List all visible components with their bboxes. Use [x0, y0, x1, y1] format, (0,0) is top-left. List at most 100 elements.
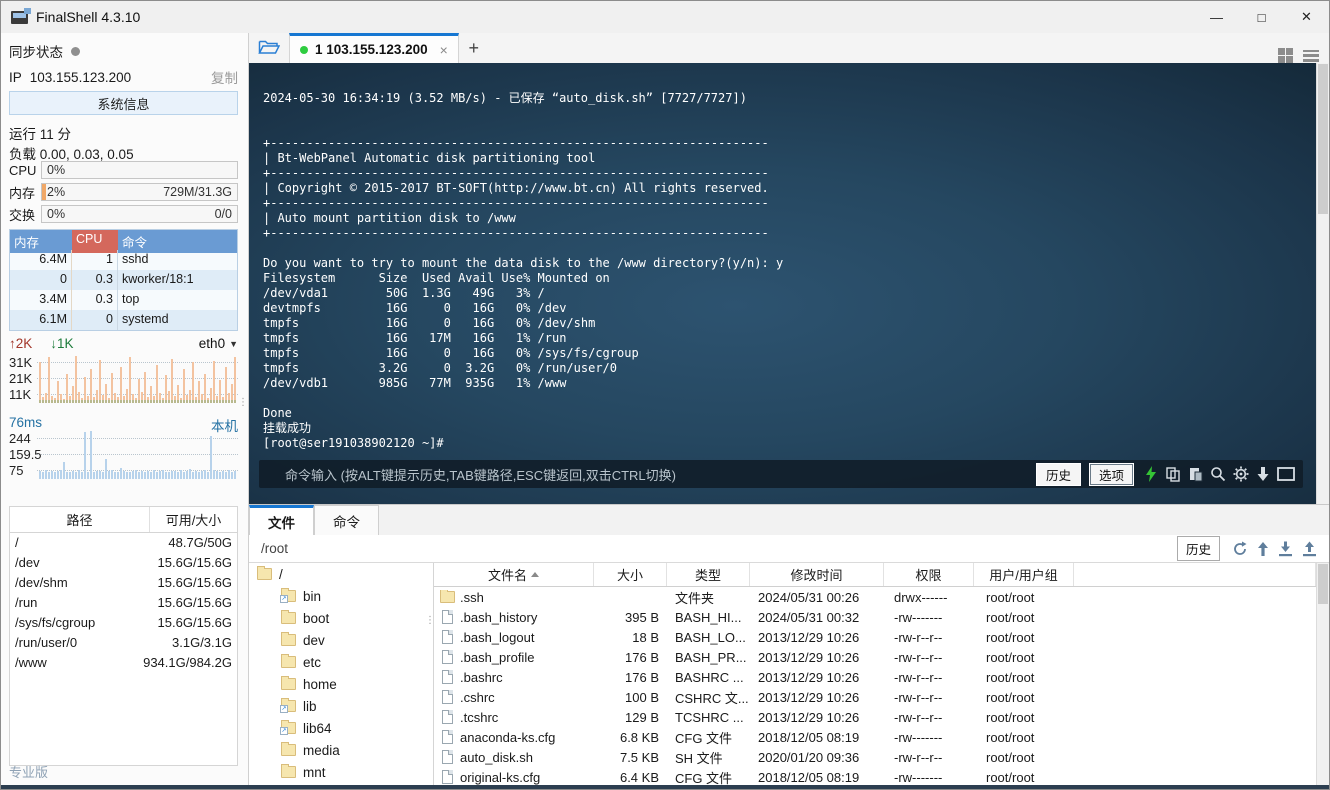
file-table-body: .ssh 文件夹 2024/05/31 00:26 drwx------ root/ro…: [434, 587, 1316, 785]
file-icon: [442, 690, 453, 704]
folder-icon: [281, 610, 296, 624]
tree-item-lib64[interactable]: ↗ lib64: [249, 717, 431, 739]
file-row[interactable]: .bashrc 176 B BASHRC ... 2013/12/29 10:26 -r…: [434, 667, 1316, 687]
cpu-gauge: CPU 0%: [9, 161, 238, 179]
maximize-button[interactable]: □: [1239, 1, 1284, 33]
disk-header-path[interactable]: 路径: [10, 507, 150, 532]
file-icon: [442, 650, 453, 664]
file-icon: [442, 750, 453, 764]
tree-item-etc[interactable]: etc: [249, 651, 431, 673]
file-row[interactable]: .bash_history 395 B BASH_HI... 2024/05/31 0…: [434, 607, 1316, 627]
symlink-icon: ↗: [280, 727, 288, 735]
symlink-icon: ↗: [280, 595, 288, 603]
sort-asc-icon: [531, 572, 539, 577]
command-options-button[interactable]: 选项: [1088, 462, 1134, 486]
file-panel: 文件 命令 历史 /↗binbootdevetchome↗lib↗lib64me…: [249, 504, 1329, 789]
network-chart: 31K 21K 11K: [9, 355, 238, 403]
symlink-icon: ↗: [280, 705, 288, 713]
uptime-text: 运行 11 分: [9, 127, 72, 142]
disk-row: /dev 15.6G/15.6G: [15, 555, 232, 570]
disk-table-body: /48.7G/50G/dev 15.6G/15.6G/dev/shm 15.6G/1…: [10, 533, 237, 673]
tree-item-root[interactable]: /: [249, 563, 431, 585]
upload-tray-icon[interactable]: [1302, 541, 1317, 557]
copy-ip-link[interactable]: 复制: [211, 67, 238, 87]
copy-icon[interactable]: [1165, 466, 1181, 482]
connection-manager-button[interactable]: [249, 33, 289, 63]
terminal-screen[interactable]: 2024-05-30 16:34:19 (3.52 MB/s) - 已保存 “a…: [249, 63, 1329, 504]
file-icon: [442, 710, 453, 724]
col-owner[interactable]: 用户/用户组: [974, 563, 1074, 586]
upload-arrow-icon: ↑: [9, 336, 16, 351]
system-info-button[interactable]: 系统信息: [9, 91, 238, 115]
tab-close-icon[interactable]: ×: [440, 42, 448, 58]
download-arrow-icon[interactable]: [1256, 466, 1270, 482]
file-icon: [442, 670, 453, 684]
file-row[interactable]: anaconda-ks.cfg 6.8 KB CFG 文件 2018/12/05 08…: [434, 727, 1316, 747]
tree-item-media[interactable]: media: [249, 739, 431, 761]
minimize-button[interactable]: —: [1194, 1, 1239, 33]
parent-dir-icon[interactable]: [1257, 541, 1269, 557]
tab-commands[interactable]: 命令: [314, 505, 379, 535]
path-input[interactable]: [261, 541, 1177, 556]
layout-grid-icon[interactable]: [1278, 48, 1293, 63]
upload-rate: 2K: [15, 336, 33, 351]
col-mtime[interactable]: 修改时间: [750, 563, 884, 586]
window-bottom-edge: [1, 785, 1329, 789]
file-row[interactable]: original-ks.cfg 6.4 KB CFG 文件 2018/12/05 08…: [434, 767, 1316, 785]
path-history-button[interactable]: 历史: [1176, 536, 1220, 561]
tree-item-dev[interactable]: dev: [249, 629, 431, 651]
command-history-button[interactable]: 历史: [1035, 462, 1081, 486]
paste-icon[interactable]: [1188, 466, 1203, 482]
interface-selector[interactable]: eth0 ▼: [199, 336, 238, 351]
file-icon: [442, 610, 453, 624]
tree-item-bin[interactable]: ↗ bin: [249, 585, 431, 607]
panel-splitter[interactable]: ⋮: [238, 398, 248, 408]
file-row[interactable]: .tcshrc 129 B TCSHRC ... 2013/12/29 10:26 -r…: [434, 707, 1316, 727]
net-tick-3: 11K: [9, 387, 32, 402]
tree-item-mnt[interactable]: mnt: [249, 761, 431, 783]
col-filename[interactable]: 文件名: [434, 563, 594, 586]
col-type[interactable]: 类型: [667, 563, 750, 586]
gear-icon[interactable]: [1233, 466, 1249, 482]
col-perm[interactable]: 权限: [884, 563, 974, 586]
window-mode-icon[interactable]: [1277, 467, 1295, 481]
network-header: ↑ 2K ↓ 1K eth0 ▼: [9, 336, 238, 351]
finalshell-window: FinalShell 4.3.10 — □ ✕ 同步状态 IP 103.155.…: [0, 0, 1330, 790]
tree-item-home[interactable]: home: [249, 673, 431, 695]
tab-files[interactable]: 文件: [249, 505, 314, 535]
process-table-body: 6.4M 1 sshd 0 0.3 kworker/18:1 3.4M 0.3 top 6.1M 0…: [10, 250, 237, 330]
download-tray-icon[interactable]: [1278, 541, 1293, 557]
ip-address: 103.155.123.200: [29, 69, 132, 85]
file-table: 文件名 大小 类型 修改时间 权限 用户/用户组 .ssh 文件夹 2024/05/…: [433, 563, 1316, 785]
folder-icon: [281, 632, 296, 646]
file-table-scrollbar[interactable]: [1316, 563, 1329, 785]
terminal-tab-strip: 1 103.155.123.200 × +: [249, 33, 1329, 63]
ping-tick-2: 159.5: [9, 447, 42, 462]
terminal-tab-label: 1 103.155.123.200: [315, 42, 428, 57]
file-row[interactable]: .bash_logout 18 B BASH_LO... 2013/12/29 10:…: [434, 627, 1316, 647]
col-size[interactable]: 大小: [594, 563, 667, 586]
disk-row: /48.7G/50G: [15, 535, 232, 550]
folder-icon: [281, 676, 296, 690]
process-row: 0 0.3 kworker/18:1: [10, 270, 237, 290]
file-row[interactable]: .ssh 文件夹 2024/05/31 00:26 drwx------ root/ro…: [434, 587, 1316, 607]
file-tree: / ↗ bin boot dev etc home ↗ lib ↗ lib64 media mnt: [249, 563, 431, 785]
terminal-scrollbar[interactable]: [1316, 63, 1329, 504]
hamburger-menu-icon[interactable]: [1303, 49, 1319, 62]
command-input[interactable]: 命令输入 (按ALT键提示历史,TAB键路径,ESC键返回,双击CTRL切换): [267, 465, 1028, 484]
close-button[interactable]: ✕: [1284, 1, 1329, 33]
folder-open-icon: [258, 38, 281, 58]
new-tab-button[interactable]: +: [459, 33, 489, 63]
disk-header-size[interactable]: 可用/大小: [150, 507, 237, 532]
tree-item-lib[interactable]: ↗ lib: [249, 695, 431, 717]
net-tick-1: 31K: [9, 355, 33, 370]
refresh-icon[interactable]: [1232, 541, 1248, 557]
lightning-icon[interactable]: [1144, 466, 1158, 482]
file-row[interactable]: .bash_profile 176 B BASH_PR... 2013/12/29 1…: [434, 647, 1316, 667]
tree-item-boot[interactable]: boot: [249, 607, 431, 629]
search-icon[interactable]: [1210, 466, 1226, 482]
terminal-tab[interactable]: 1 103.155.123.200 ×: [289, 33, 459, 63]
file-row[interactable]: auto_disk.sh 7.5 KB SH 文件 2020/01/20 09:36-…: [434, 747, 1316, 767]
folder-icon: [440, 589, 455, 603]
file-row[interactable]: .cshrc 100 B CSHRC 文... 2013/12/29 10:26 -rw…: [434, 687, 1316, 707]
